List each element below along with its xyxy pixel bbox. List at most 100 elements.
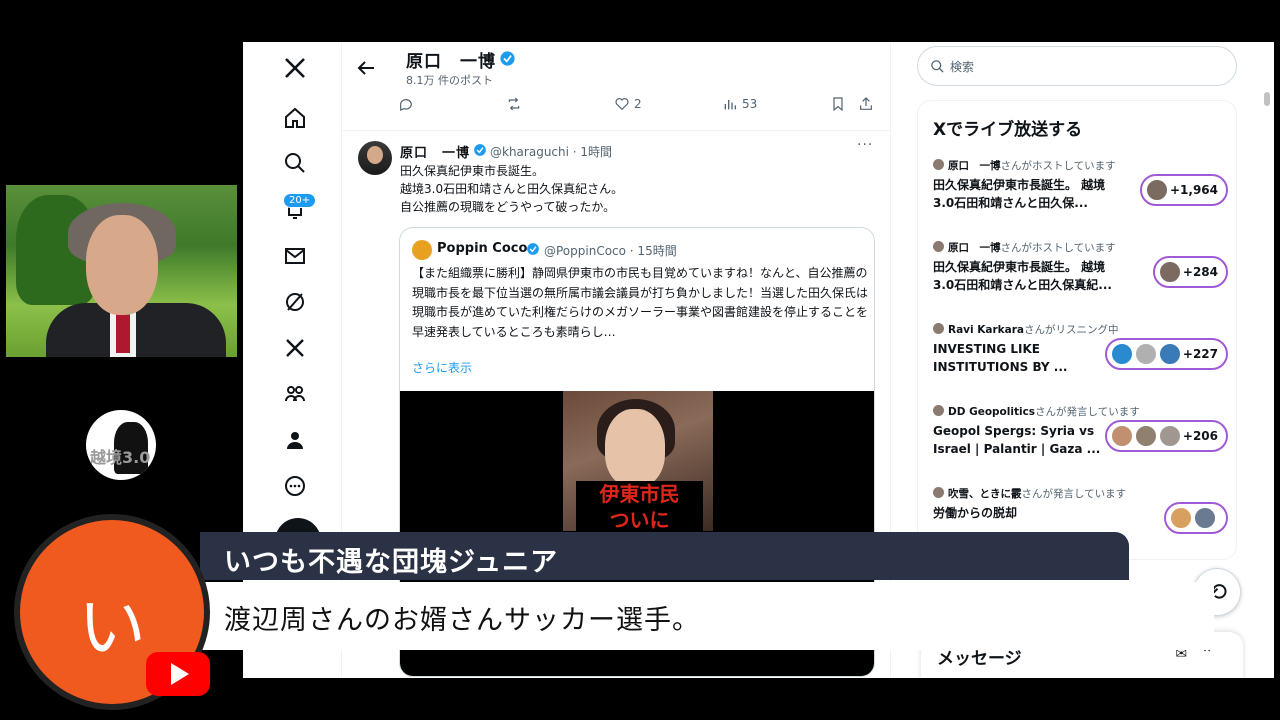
host-name: 原口 一博 <box>948 160 1001 172</box>
thumbnail-face <box>605 409 665 487</box>
verified-badge-icon <box>474 144 486 156</box>
listener-avatar <box>1110 343 1133 365</box>
listener-pill[interactable]: +227 <box>1104 338 1228 370</box>
avatar[interactable] <box>358 141 392 175</box>
space-host: 原口 一博さんがホストしています <box>933 158 1116 173</box>
share-button[interactable] <box>858 96 874 112</box>
quote-avatar[interactable] <box>412 240 432 260</box>
bookmark-button[interactable] <box>830 96 846 112</box>
listener-avatar <box>1158 425 1181 447</box>
webcam-face <box>86 215 158 315</box>
host-avatar <box>933 159 944 170</box>
listener-pill[interactable]: +1,964 <box>1139 174 1228 206</box>
x-logo-icon[interactable] <box>281 54 309 82</box>
webcam-tie <box>116 313 130 353</box>
listener-count: +227 <box>1182 347 1218 361</box>
space-item[interactable]: 原口 一博さんがホストしています 田久保真紀伊東市長誕生。 越境3.0石田和靖さ… <box>933 158 1228 228</box>
listener-pill[interactable]: +206 <box>1104 420 1228 452</box>
like-button[interactable]: 2 <box>614 96 642 112</box>
back-arrow-icon[interactable] <box>354 56 378 80</box>
tweet-author-name[interactable]: 原口 一博 <box>400 142 470 161</box>
premium-x-icon[interactable] <box>281 334 309 362</box>
search-icon <box>931 60 944 73</box>
host-avatar <box>933 241 944 252</box>
host-suffix: さんがホストしています <box>1000 160 1116 172</box>
quote-author-name[interactable]: Poppin Coco <box>437 241 527 256</box>
repost-button[interactable] <box>506 96 522 112</box>
space-host: Ravi Karkaraさんがリスニング中 <box>933 322 1119 337</box>
show-more-link[interactable]: さらに表示 <box>412 359 472 376</box>
space-item[interactable]: DD Geopoliticsさんが発言しています Geopol Spergs: … <box>933 404 1228 474</box>
like-count: 2 <box>634 97 642 111</box>
webcam-feed <box>6 185 237 357</box>
more-icon[interactable] <box>281 472 309 500</box>
logo-text: 越境3.0 <box>90 448 151 467</box>
space-item[interactable]: Ravi Karkaraさんがリスニング中 INVESTING LIKE INS… <box>933 322 1228 392</box>
comment-banner: 渡辺周さんのお婿さんサッカー選手。 <box>200 582 1214 650</box>
host-avatar <box>933 487 944 498</box>
post-count: 8.1万 件のポスト <box>406 74 493 87</box>
notifications-badge: 20+ <box>283 193 317 208</box>
home-icon[interactable] <box>281 104 309 132</box>
verified-badge-icon <box>527 243 539 255</box>
host-suffix: さんが発言しています <box>1035 406 1140 418</box>
listener-avatar <box>1170 507 1192 529</box>
search-placeholder: 検索 <box>950 60 975 74</box>
commenter-name-banner: いつも不遇な団塊ジュニア <box>200 532 1129 580</box>
video-caption: 伊東市民 ついに <box>576 481 703 531</box>
host-suffix: さんがホストしています <box>1000 242 1116 254</box>
listener-avatar <box>1158 343 1181 365</box>
profile-header: 原口 一博 8.1万 件のポスト <box>342 42 890 94</box>
host-avatar <box>933 323 944 334</box>
repost-icon <box>508 97 520 111</box>
video-caption-line: 伊東市民 <box>599 482 680 506</box>
tweet-handle-time[interactable]: @kharaguchi · 1時間 <box>490 143 612 160</box>
listener-avatar <box>1194 507 1216 529</box>
host-name: Ravi Karkara <box>948 324 1025 336</box>
listener-count: +1,964 <box>1169 183 1218 197</box>
profile-icon[interactable] <box>281 426 309 454</box>
space-title: Geopol Spergs: Syria vs Israel | Palanti… <box>933 424 1101 456</box>
space-item[interactable]: 原口 一博さんがホストしています 田久保真紀伊東市長誕生。 越境3.0石田和靖さ… <box>933 240 1228 310</box>
heart-icon <box>615 98 629 111</box>
space-title: INVESTING LIKE INSTITUTIONS BY ... <box>933 342 1068 374</box>
host-name: DD Geopolitics <box>948 406 1036 418</box>
comment-text: 渡辺周さんのお婿さんサッカー選手。 <box>224 605 700 636</box>
video-caption-line: ついに <box>609 508 670 531</box>
listener-pill[interactable] <box>1164 502 1228 534</box>
host-suffix: さんがリスニング中 <box>1024 324 1119 336</box>
grok-icon[interactable] <box>281 288 309 316</box>
messages-icon[interactable] <box>281 242 309 270</box>
space-host: 原口 一博さんがホストしています <box>933 240 1116 255</box>
space-host: 吹雪、ときに霰さんが発言しています <box>933 486 1126 501</box>
video-thumbnail[interactable]: 伊東市民 ついに <box>563 391 713 531</box>
listener-count: +206 <box>1182 429 1218 443</box>
space-title: 田久保真紀伊東市長誕生。 越境3.0石田和靖さんと田久保... <box>933 178 1106 210</box>
search-box[interactable]: 検索 <box>917 46 1237 86</box>
views-icon <box>724 100 736 110</box>
scrollbar[interactable] <box>1264 92 1270 106</box>
host-avatar <box>933 405 944 416</box>
space-title: 田久保真紀伊東市長誕生。 越境3.0石田和靖さんと田久保真紀... <box>933 260 1112 292</box>
stream-frame: 20+ 原口 一博 8.1万 件のポスト 2 53 原口 一博 @kharagu… <box>0 0 1280 720</box>
listener-avatar <box>1145 179 1168 201</box>
more-options-icon[interactable]: ··· <box>857 137 873 153</box>
listener-avatar <box>1110 425 1133 447</box>
listener-pill[interactable]: +284 <box>1152 256 1228 288</box>
tweet-text: 田久保真紀伊東市長誕生。 越境3.0石田和靖さんと田久保真紀さん。 自公推薦の現… <box>400 162 623 216</box>
tweet-line: 田久保真紀伊東市長誕生。 <box>400 164 545 178</box>
host-name: 吹雪、ときに霰 <box>948 488 1022 500</box>
views-button[interactable]: 53 <box>722 96 757 112</box>
verified-badge-icon <box>500 51 515 66</box>
communities-icon[interactable] <box>281 380 309 408</box>
youtube-icon <box>146 652 210 696</box>
youtube-play-icon <box>171 663 189 685</box>
tweet-line: 自公推薦の現職をどうやって破ったか。 <box>400 200 616 214</box>
space-host: DD Geopoliticsさんが発言しています <box>933 404 1140 419</box>
listener-count: +284 <box>1182 265 1218 279</box>
live-spaces-panel: Xでライブ放送する 原口 一博さんがホストしています 田久保真紀伊東市長誕生。 … <box>917 100 1237 560</box>
search-icon[interactable] <box>281 149 309 177</box>
commenter-name: いつも不遇な団塊ジュニア <box>224 547 559 578</box>
quote-handle-time[interactable]: @PoppinCoco · 15時間 <box>544 242 677 259</box>
reply-button[interactable] <box>398 96 414 112</box>
